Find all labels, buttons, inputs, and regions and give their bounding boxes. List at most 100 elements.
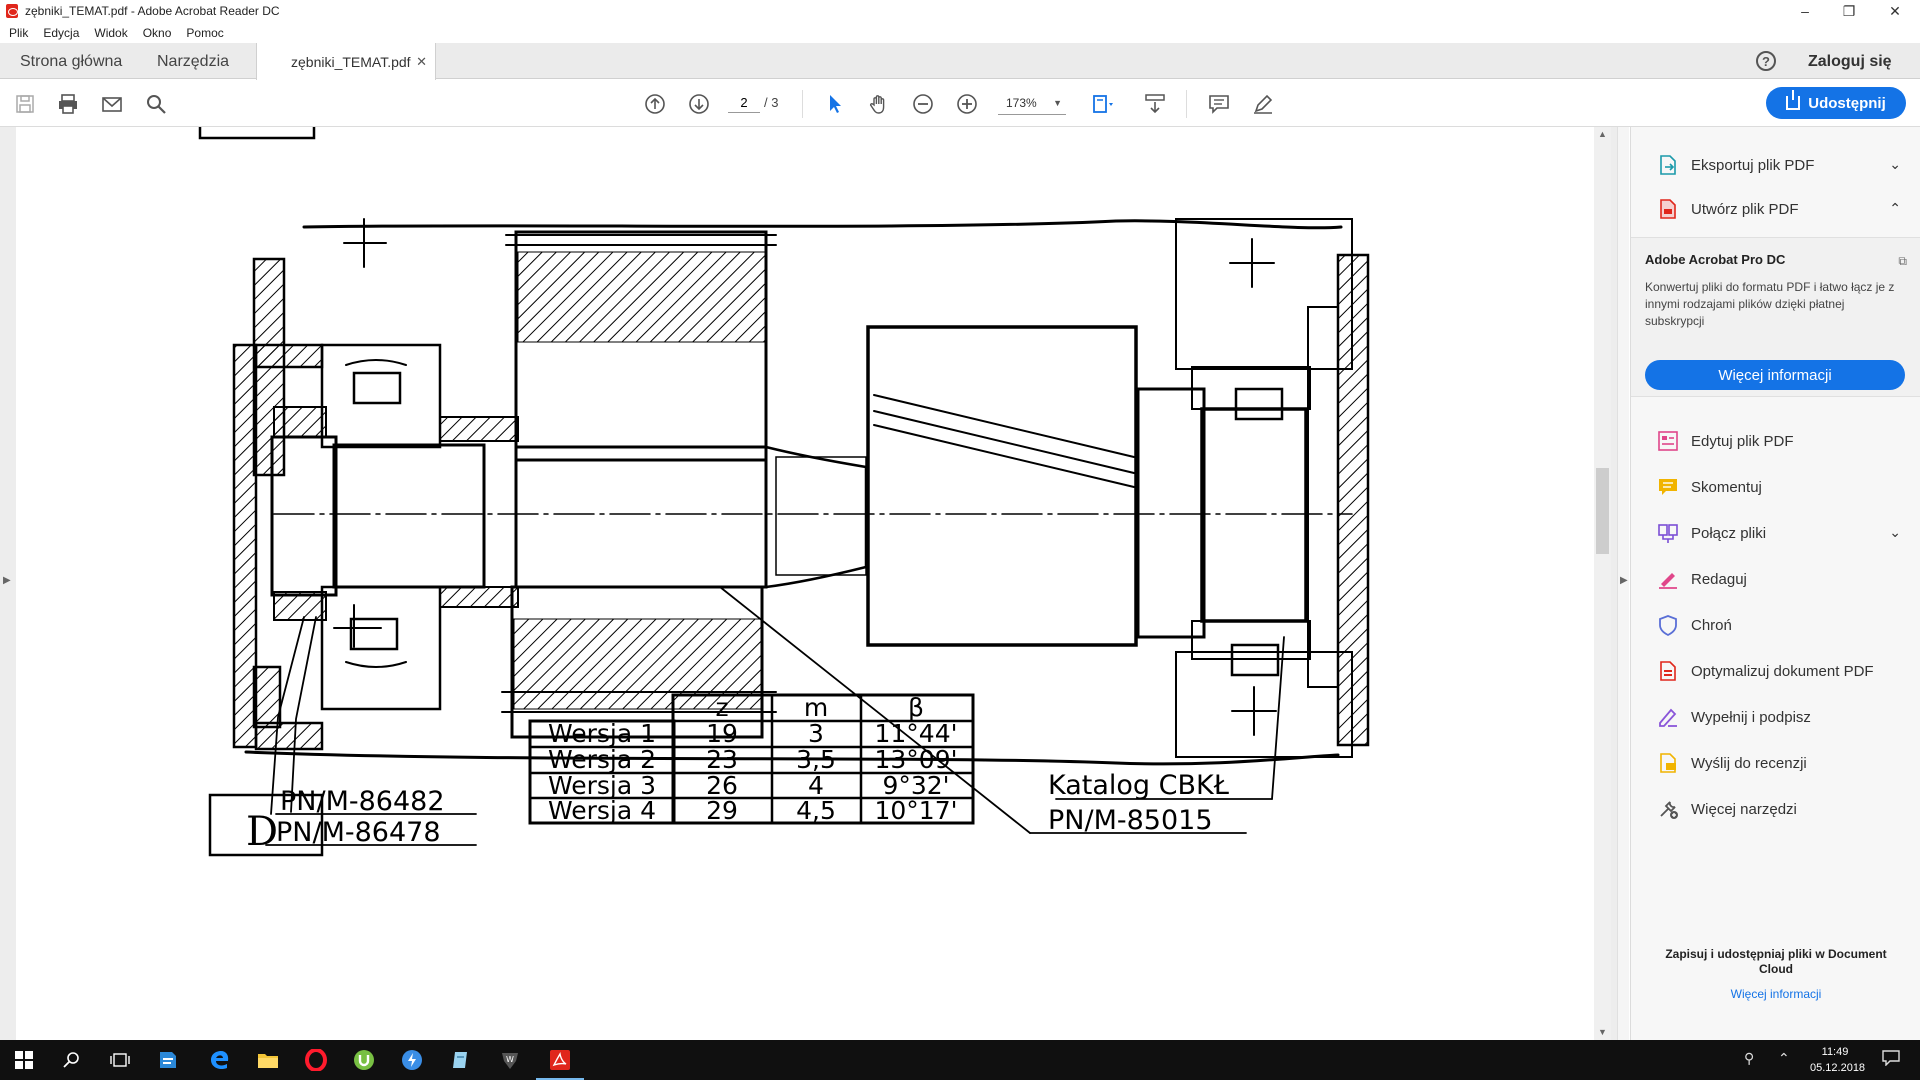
share-button[interactable]: Udostępnij [1766, 87, 1906, 119]
section-letter: D [246, 809, 278, 855]
notifications-icon[interactable] [1882, 1050, 1900, 1069]
chevron-up-tray-icon[interactable]: ⌃ [1778, 1050, 1790, 1067]
table-version: Wersja 2 [548, 745, 656, 774]
notes-app-icon[interactable] [436, 1040, 484, 1080]
table-cell-beta: 10°17' [875, 796, 958, 825]
minimize-button[interactable]: – [1782, 0, 1828, 22]
technical-drawing: PN/M-86482 PN/M-86478 Katalog CBKŁ PN/M-… [198, 127, 1370, 857]
standard-label: PN/M-85015 [1048, 805, 1213, 836]
table-version: Wersja 4 [548, 796, 656, 825]
select-tool-icon[interactable] [822, 91, 848, 117]
highlight-pen-icon[interactable] [1250, 91, 1276, 117]
help-icon[interactable]: ? [1756, 51, 1776, 71]
table-version: Wersja 1 [548, 719, 656, 748]
zoom-out-icon[interactable] [910, 91, 936, 117]
redact-icon [1657, 568, 1679, 590]
edge-browser-icon[interactable] [196, 1040, 244, 1080]
chevron-up-icon[interactable]: ⌃ [1889, 200, 1901, 217]
tool-send-review[interactable]: Wyślij do recenzji [1631, 745, 1920, 781]
standard-label: PN/M-86482 [280, 786, 445, 817]
right-pane-toggle[interactable]: ▶ [1617, 127, 1629, 1040]
opera-browser-icon[interactable] [292, 1040, 340, 1080]
promo-title: Adobe Acrobat Pro DC [1645, 252, 1786, 267]
menu-bar: Plik Edycja Widok Okno Pomoc [0, 22, 1920, 43]
login-link[interactable]: Zaloguj się [1808, 53, 1892, 71]
network-tray-icon[interactable]: ⚲ [1744, 1050, 1754, 1067]
next-page-icon[interactable] [686, 91, 712, 117]
scroll-mode-icon[interactable] [1142, 91, 1168, 117]
table-cell-z: 29 [706, 796, 738, 825]
menu-pomoc[interactable]: Pomoc [186, 26, 223, 40]
file-explorer-icon[interactable] [244, 1040, 292, 1080]
toolbar-divider [802, 90, 803, 118]
table-cell-beta: 11°44' [875, 719, 958, 748]
menu-plik[interactable]: Plik [9, 26, 28, 40]
search-icon[interactable] [143, 91, 169, 117]
tab-document-label: zębniki_TEMAT.pdf [291, 53, 411, 70]
tab-document[interactable]: zębniki_TEMAT.pdf ✕ [256, 43, 436, 80]
game-app-icon[interactable]: W [486, 1040, 534, 1080]
table-cell-beta: 13°09' [875, 745, 958, 774]
print-icon[interactable] [55, 91, 81, 117]
scroll-up-icon[interactable]: ▲ [1598, 129, 1607, 139]
acrobat-taskbar-icon[interactable] [536, 1040, 584, 1080]
pinned-app-icon[interactable] [144, 1040, 192, 1080]
promo-dismiss-icon[interactable]: ⧉ [1898, 254, 1907, 269]
utorrent-icon[interactable] [340, 1040, 388, 1080]
email-icon[interactable] [99, 91, 125, 117]
tool-protect[interactable]: Chroń [1631, 607, 1920, 643]
standard-label: Katalog CBKŁ [1048, 770, 1230, 801]
tool-label: Połącz pliki [1691, 524, 1767, 542]
table-header-beta: β [908, 693, 924, 722]
clock[interactable]: 11:49 05.12.2018 [1810, 1044, 1865, 1076]
page-view-icon[interactable] [1090, 91, 1116, 117]
chevron-down-icon[interactable]: ⌄ [1889, 156, 1901, 173]
export-pdf-item[interactable]: Eksportuj plik PDF ⌄ [1631, 147, 1920, 183]
cloud-more-info-link[interactable]: Więcej informacji [1631, 987, 1920, 1001]
page-number-input[interactable] [728, 93, 760, 113]
hand-tool-icon[interactable] [866, 91, 892, 117]
promo-description: Konwertuj pliki do formatu PDF i łatwo ł… [1645, 280, 1895, 328]
toolbar-divider [1186, 90, 1187, 118]
tool-comment[interactable]: Skomentuj [1631, 469, 1920, 505]
zoom-select[interactable]: 173% ▼ [998, 93, 1066, 115]
more-info-button[interactable]: Więcej informacji [1645, 360, 1905, 390]
table-cell-z: 19 [706, 719, 738, 748]
tool-optimize[interactable]: Optymalizuj dokument PDF [1631, 653, 1920, 689]
tool-label: Skomentuj [1691, 478, 1762, 496]
comment-tool-icon[interactable] [1206, 91, 1232, 117]
close-button[interactable]: ✕ [1872, 0, 1918, 22]
tool-edit-pdf[interactable]: Edytuj plik PDF [1631, 423, 1920, 459]
previous-page-icon[interactable] [642, 91, 668, 117]
cloud-title: Zapisuj i udostępniaj pliki w Document C… [1665, 947, 1887, 976]
scrollbar-thumb[interactable] [1596, 468, 1609, 554]
tool-combine[interactable]: Połącz pliki ⌄ [1631, 515, 1920, 551]
windows-taskbar: W ⚲ ⌃ 11:49 05.12.2018 [0, 1040, 1920, 1080]
left-pane-toggle-icon[interactable]: ▶ [3, 575, 11, 586]
menu-widok[interactable]: Widok [94, 26, 127, 40]
tool-more-tools[interactable]: Więcej narzędzi [1631, 791, 1920, 827]
combine-icon [1657, 522, 1679, 544]
task-view-icon[interactable] [96, 1040, 144, 1080]
vertical-scrollbar[interactable]: ▲ ▼ [1594, 127, 1611, 1040]
menu-okno[interactable]: Okno [143, 26, 172, 40]
chevron-down-icon[interactable]: ⌄ [1889, 524, 1901, 541]
app-blue-circle-icon[interactable] [388, 1040, 436, 1080]
document-view[interactable]: ▶ PN/M-86482 PN/M-86478 Katalog CBKŁ PN/… [0, 127, 1617, 1040]
tool-redact[interactable]: Redaguj [1631, 561, 1920, 597]
tab-home[interactable]: Strona główna [20, 53, 122, 71]
chevron-right-icon: ▶ [1620, 575, 1628, 586]
window-title: zębniki_TEMAT.pdf - Adobe Acrobat Reader… [25, 4, 280, 18]
tab-close-icon[interactable]: ✕ [416, 54, 427, 70]
save-icon[interactable] [12, 91, 38, 117]
restore-button[interactable]: ❐ [1826, 0, 1872, 22]
menu-edycja[interactable]: Edycja [43, 26, 79, 40]
zoom-in-icon[interactable] [954, 91, 980, 117]
start-button[interactable] [0, 1040, 48, 1080]
tool-fill-sign[interactable]: Wypełnij i podpisz [1631, 699, 1920, 735]
tool-label: Wyślij do recenzji [1691, 754, 1807, 772]
create-pdf-item[interactable]: Utwórz plik PDF ⌃ [1631, 191, 1920, 227]
scroll-down-icon[interactable]: ▼ [1598, 1027, 1607, 1037]
search-taskbar-icon[interactable] [48, 1040, 96, 1080]
tab-tools[interactable]: Narzędzia [157, 53, 229, 71]
